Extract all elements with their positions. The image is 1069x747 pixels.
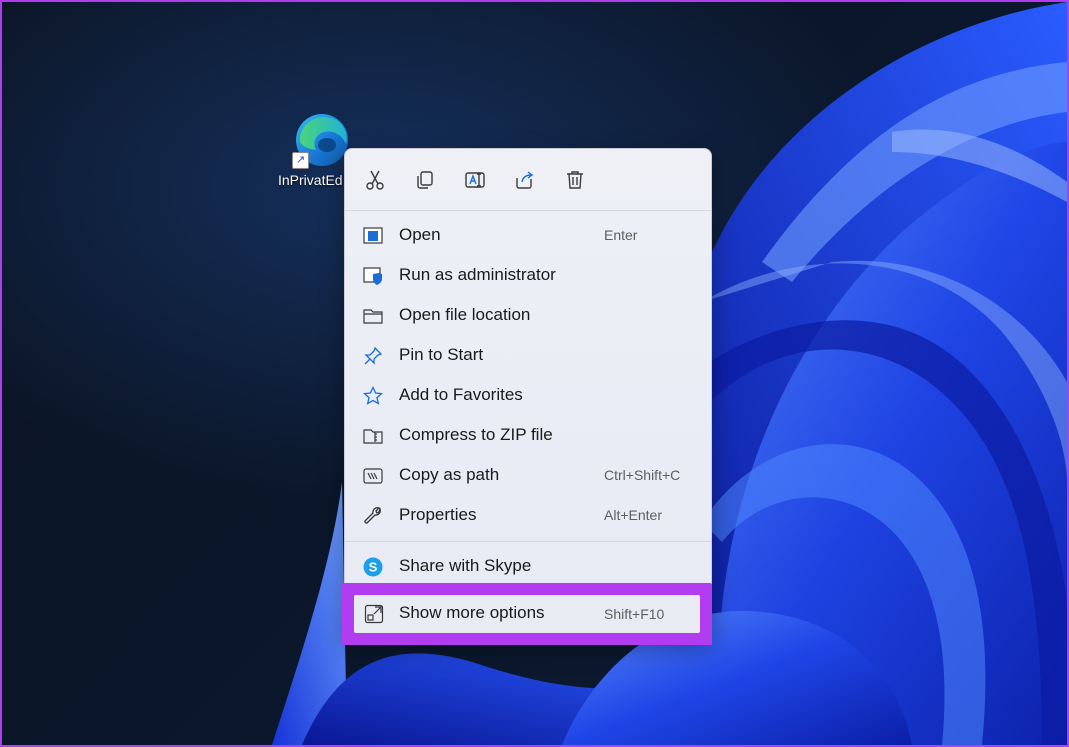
menu-item-share-with-skype[interactable]: S Share with Skype	[353, 548, 703, 586]
cut-button[interactable]	[358, 165, 392, 195]
menu-item-shortcut: Shift+F10	[604, 606, 664, 622]
skype-icon: S	[363, 557, 383, 577]
context-menu-toolbar	[345, 149, 711, 211]
rename-icon	[464, 169, 486, 191]
menu-item-open-file-location[interactable]: Open file location	[353, 297, 703, 335]
wrench-icon	[363, 506, 383, 526]
menu-item-open[interactable]: Open Enter	[353, 217, 703, 255]
context-menu: Open Enter Run as administrator Open fil…	[344, 148, 712, 640]
menu-item-label: Run as administrator	[399, 265, 556, 285]
menu-item-compress-to-zip[interactable]: Compress to ZIP file	[353, 417, 703, 455]
menu-item-label: Copy as path	[399, 465, 499, 485]
menu-item-label: Add to Favorites	[399, 385, 523, 405]
share-button[interactable]	[508, 165, 542, 195]
shield-icon	[363, 266, 383, 286]
menu-item-pin-to-start[interactable]: Pin to Start	[353, 337, 703, 375]
delete-button[interactable]	[558, 165, 592, 195]
menu-item-label: Open file location	[399, 305, 530, 325]
menu-item-shortcut: Alt+Enter	[604, 507, 662, 523]
star-icon	[363, 386, 383, 406]
menu-item-shortcut: Ctrl+Shift+C	[604, 467, 680, 483]
menu-item-run-as-administrator[interactable]: Run as administrator	[353, 257, 703, 295]
copy-button[interactable]	[408, 165, 442, 195]
menu-item-label: Compress to ZIP file	[399, 425, 553, 445]
menu-divider	[345, 541, 711, 542]
menu-item-label: Show more options	[399, 603, 545, 623]
menu-item-label: Properties	[399, 505, 476, 525]
menu-item-shortcut: Enter	[604, 227, 637, 243]
more-options-icon	[364, 604, 384, 624]
zip-folder-icon	[363, 426, 383, 446]
pin-icon	[363, 346, 383, 366]
copy-icon	[414, 169, 436, 191]
shortcut-arrow-icon: ↗	[292, 152, 309, 169]
rename-button[interactable]	[458, 165, 492, 195]
open-app-icon	[363, 226, 383, 246]
copy-path-icon	[363, 466, 383, 486]
menu-item-add-to-favorites[interactable]: Add to Favorites	[353, 377, 703, 415]
delete-icon	[564, 169, 586, 191]
toolbar-divider	[345, 210, 711, 211]
menu-item-properties[interactable]: Properties Alt+Enter	[353, 497, 703, 535]
menu-item-label: Share with Skype	[399, 556, 531, 576]
share-icon	[514, 169, 536, 191]
menu-item-copy-as-path[interactable]: Copy as path Ctrl+Shift+C	[353, 457, 703, 495]
cut-icon	[364, 169, 386, 191]
menu-item-label: Pin to Start	[399, 345, 483, 365]
menu-item-label: Open	[399, 225, 441, 245]
desktop-screen: ↗ InPrivatEd	[0, 0, 1069, 747]
menu-item-show-more-options[interactable]: Show more options Shift+F10	[354, 595, 700, 633]
folder-icon	[363, 306, 383, 326]
svg-text:S: S	[369, 560, 378, 575]
